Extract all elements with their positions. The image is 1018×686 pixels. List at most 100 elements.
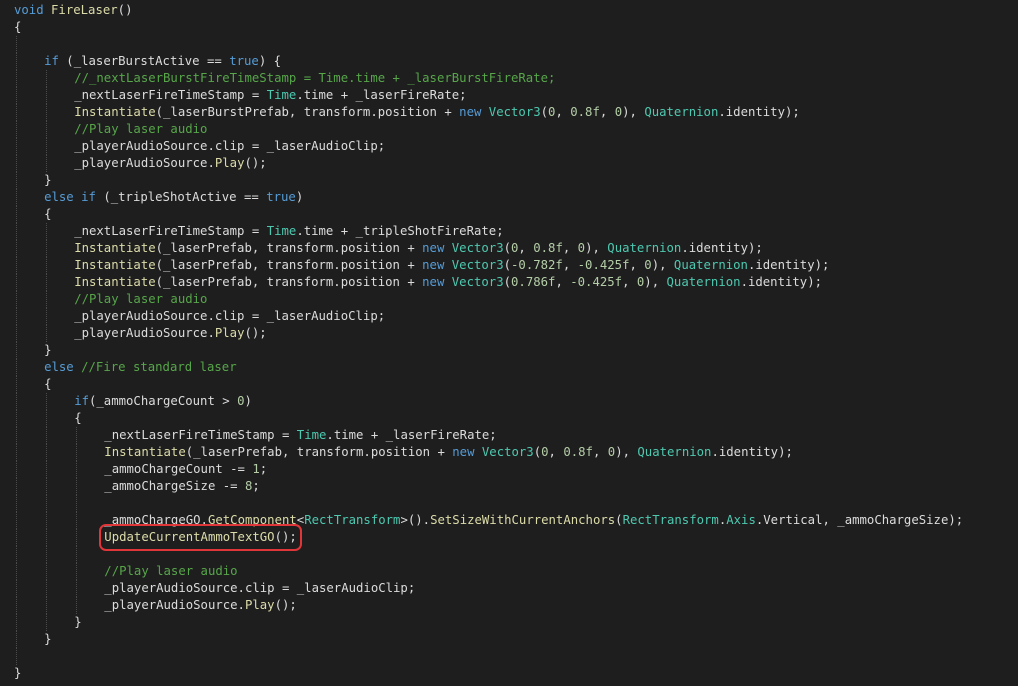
code-token: (_laserPrefab, transform.position + <box>155 275 423 289</box>
indent-guide <box>16 87 17 104</box>
code-line[interactable]: } <box>14 631 1014 648</box>
code-token: (); <box>274 530 297 544</box>
indent-guide <box>16 478 17 495</box>
code-line[interactable]: //Play laser audio <box>14 121 1014 138</box>
code-token: Instantiate <box>104 445 186 459</box>
highlighted-call-box: UpdateCurrentAmmoTextGO(); <box>99 524 302 551</box>
code-line[interactable]: Instantiate(_laserBurstPrefab, transform… <box>14 104 1014 121</box>
indent-guide <box>16 274 17 291</box>
code-content: _nextLaserFireTimeStamp = Time.time + _l… <box>104 427 496 444</box>
code-content: { <box>14 19 21 36</box>
code-line[interactable]: if(_ammoChargeCount > 0) <box>14 393 1014 410</box>
code-line[interactable] <box>14 648 1014 665</box>
indent-guide <box>16 376 17 393</box>
code-token: new <box>422 258 445 272</box>
code-line[interactable]: { <box>14 376 1014 393</box>
indent-guide <box>46 121 48 138</box>
code-token: ( <box>615 513 623 527</box>
code-line[interactable]: } <box>14 172 1014 189</box>
code-line[interactable]: _nextLaserFireTimeStamp = Time.time + _l… <box>14 87 1014 104</box>
code-content: _playerAudioSource.clip = _laserAudioCli… <box>74 308 385 325</box>
code-line[interactable]: } <box>14 665 1014 682</box>
code-token: 0 <box>577 241 586 255</box>
code-line[interactable] <box>14 495 1014 512</box>
code-line[interactable]: _ammoChargeCount -= 1; <box>14 461 1014 478</box>
code-content: //Play laser audio <box>74 121 207 138</box>
code-line[interactable]: _playerAudioSource.Play(); <box>14 597 1014 614</box>
code-content: _playerAudioSource.clip = _laserAudioCli… <box>104 580 415 597</box>
code-token: Time <box>296 428 327 442</box>
indent-guide <box>16 410 17 427</box>
indent-guide <box>76 529 78 546</box>
indent-guide <box>46 546 48 563</box>
code-line[interactable]: else if (_tripleShotActive == true) <box>14 189 1014 206</box>
indent-guide <box>46 461 48 478</box>
code-token: .time + _laserFireRate; <box>296 88 467 102</box>
code-token: _playerAudioSource.clip = _laserAudioCli… <box>74 139 386 153</box>
code-line[interactable]: Instantiate(_laserPrefab, transform.posi… <box>14 257 1014 274</box>
code-line[interactable]: _ammoChargeGO.GetComponent<RectTransform… <box>14 512 1014 529</box>
code-token: SetSizeWithCurrentAnchors <box>430 513 616 527</box>
code-line[interactable] <box>14 546 1014 563</box>
indent-guide <box>16 648 17 665</box>
code-token: ), <box>622 105 645 119</box>
code-token: , <box>562 258 578 272</box>
code-content: void FireLaser() <box>14 2 132 19</box>
code-content: _nextLaserFireTimeStamp = Time.time + _l… <box>74 87 466 104</box>
code-line[interactable]: //_nextLaserBurstFireTimeStamp = Time.ti… <box>14 70 1014 87</box>
code-token: Play <box>244 598 275 612</box>
code-line[interactable]: void FireLaser() <box>14 2 1014 19</box>
code-content: //Play laser audio <box>104 563 237 580</box>
code-line[interactable]: Instantiate(_laserPrefab, transform.posi… <box>14 274 1014 291</box>
code-line[interactable]: { <box>14 410 1014 427</box>
code-token: else if <box>44 190 96 204</box>
code-token: _playerAudioSource.clip = _laserAudioCli… <box>74 309 386 323</box>
code-line[interactable]: if (_laserBurstActive == true) { <box>14 53 1014 70</box>
code-token: 0 <box>644 258 652 272</box>
code-token: Instantiate <box>74 258 156 272</box>
code-line[interactable]: Instantiate(_laserPrefab, transform.posi… <box>14 444 1014 461</box>
code-line[interactable]: _playerAudioSource.clip = _laserAudioCli… <box>14 138 1014 155</box>
code-line[interactable]: _nextLaserFireTimeStamp = Time.time + _t… <box>14 223 1014 240</box>
code-token: _playerAudioSource. <box>74 326 215 340</box>
code-content: { <box>44 376 51 393</box>
code-content: //Play laser audio <box>74 291 207 308</box>
indent-guide <box>46 274 48 291</box>
code-content: _playerAudioSource.Play(); <box>74 155 267 172</box>
code-token: Instantiate <box>74 241 156 255</box>
indent-guide <box>46 308 48 325</box>
code-line[interactable]: UpdateCurrentAmmoTextGO(); <box>14 524 1014 551</box>
code-token: ( <box>503 258 512 272</box>
code-line[interactable]: _playerAudioSource.Play(); <box>14 325 1014 342</box>
code-editor[interactable]: void FireLaser(){if (_laserBurstActive =… <box>0 0 1018 686</box>
indent-guide <box>46 155 48 172</box>
indent-guide <box>76 478 78 495</box>
code-content: _playerAudioSource.Play(); <box>74 325 267 342</box>
code-line[interactable]: _playerAudioSource.clip = _laserAudioCli… <box>14 580 1014 597</box>
code-line[interactable]: } <box>14 342 1014 359</box>
code-content: else //Fire standard laser <box>44 359 237 376</box>
code-line[interactable]: //Play laser audio <box>14 563 1014 580</box>
code-token: , <box>622 275 637 289</box>
code-line[interactable]: { <box>14 19 1014 36</box>
code-line[interactable]: //Play laser audio <box>14 291 1014 308</box>
code-line[interactable] <box>14 36 1014 53</box>
indent-guide <box>16 342 17 359</box>
code-token: Time <box>266 224 297 238</box>
indent-guide <box>46 614 48 631</box>
code-content: if (_laserBurstActive == true) { <box>44 53 281 70</box>
code-line[interactable]: _ammoChargeSize -= 8; <box>14 478 1014 495</box>
code-token: _nextLaserFireTimeStamp = <box>104 428 297 442</box>
code-token: _ammoChargeCount -= <box>104 462 253 476</box>
code-line[interactable]: else //Fire standard laser <box>14 359 1014 376</box>
code-line[interactable]: Instantiate(_laserPrefab, transform.posi… <box>14 240 1014 257</box>
code-line[interactable]: _nextLaserFireTimeStamp = Time.time + _l… <box>14 427 1014 444</box>
code-line[interactable]: { <box>14 206 1014 223</box>
code-line[interactable]: _playerAudioSource.clip = _laserAudioCli… <box>14 308 1014 325</box>
code-line[interactable]: _playerAudioSource.Play(); <box>14 155 1014 172</box>
code-line[interactable]: } <box>14 614 1014 631</box>
code-token: true <box>229 54 259 68</box>
code-content: Instantiate(_laserPrefab, transform.posi… <box>74 274 822 291</box>
code-token: _playerAudioSource. <box>104 598 245 612</box>
